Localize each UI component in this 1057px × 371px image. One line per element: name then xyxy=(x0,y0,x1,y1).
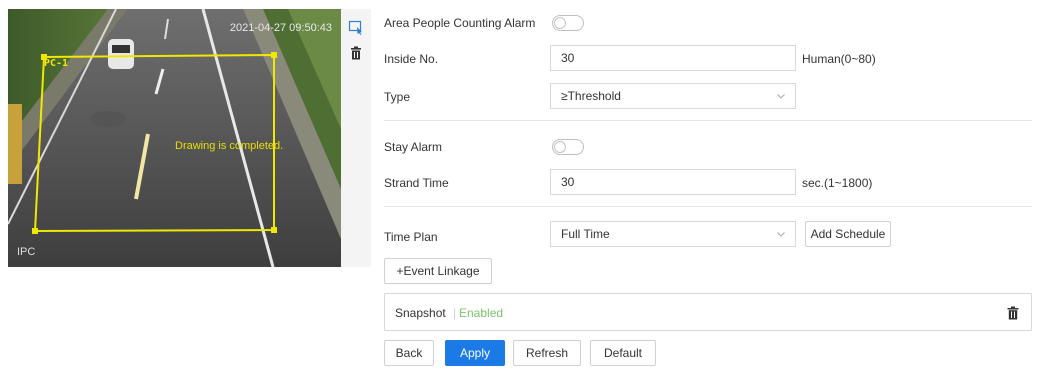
video-timestamp: 2021-04-27 09:50:43 xyxy=(229,22,332,34)
rule-area-tag: PC-1 xyxy=(44,58,69,69)
draw-area-icon[interactable] xyxy=(348,19,364,35)
section-divider xyxy=(384,206,1032,207)
road-scene-image xyxy=(8,9,341,267)
strand-time-input[interactable]: 30 xyxy=(550,169,796,195)
event-linkage-button[interactable]: +Event Linkage xyxy=(384,258,492,284)
area-alarm-label: Area People Counting Alarm xyxy=(384,16,536,30)
trash-icon[interactable] xyxy=(348,45,364,61)
chevron-down-icon xyxy=(777,232,785,237)
add-schedule-button[interactable]: Add Schedule xyxy=(805,221,891,247)
drawing-status-text: Drawing is completed. xyxy=(175,140,284,152)
default-button[interactable]: Default xyxy=(590,340,656,366)
channel-label: IPC xyxy=(17,246,36,258)
type-select[interactable]: ≥Threshold xyxy=(550,83,796,109)
chevron-down-icon xyxy=(777,94,785,99)
type-select-value: ≥Threshold xyxy=(561,89,621,103)
apply-button[interactable]: Apply xyxy=(445,340,505,366)
section-divider xyxy=(384,120,1032,121)
time-plan-value: Full Time xyxy=(561,227,610,241)
time-plan-label: Time Plan xyxy=(384,230,438,244)
inside-no-label: Inside No. xyxy=(384,52,439,66)
strand-time-unit: sec.(1~1800) xyxy=(802,176,873,190)
trash-icon[interactable] xyxy=(1007,306,1019,320)
stay-alarm-label: Stay Alarm xyxy=(384,140,443,154)
strand-time-label: Strand Time xyxy=(384,176,449,190)
people-counting-config-page: 2021-04-27 09:50:43 PC-1 Drawing is comp… xyxy=(0,0,1057,371)
snapshot-separator: | xyxy=(453,306,457,320)
stay-alarm-toggle[interactable] xyxy=(552,139,584,155)
back-button[interactable]: Back xyxy=(384,340,434,366)
type-label: Type xyxy=(384,90,411,104)
drawing-toolbar xyxy=(341,9,371,267)
inside-no-input[interactable]: 30 xyxy=(550,45,796,71)
refresh-button[interactable]: Refresh xyxy=(513,340,581,366)
snapshot-label: Snapshot xyxy=(395,306,446,320)
snapshot-linkage-row: Snapshot | Enabled xyxy=(384,293,1032,331)
video-preview[interactable]: 2021-04-27 09:50:43 PC-1 Drawing is comp… xyxy=(8,9,341,267)
inside-no-unit: Human(0~80) xyxy=(802,52,876,66)
area-alarm-toggle[interactable] xyxy=(552,15,584,31)
snapshot-status: Enabled xyxy=(459,306,504,320)
time-plan-select[interactable]: Full Time xyxy=(550,221,796,247)
